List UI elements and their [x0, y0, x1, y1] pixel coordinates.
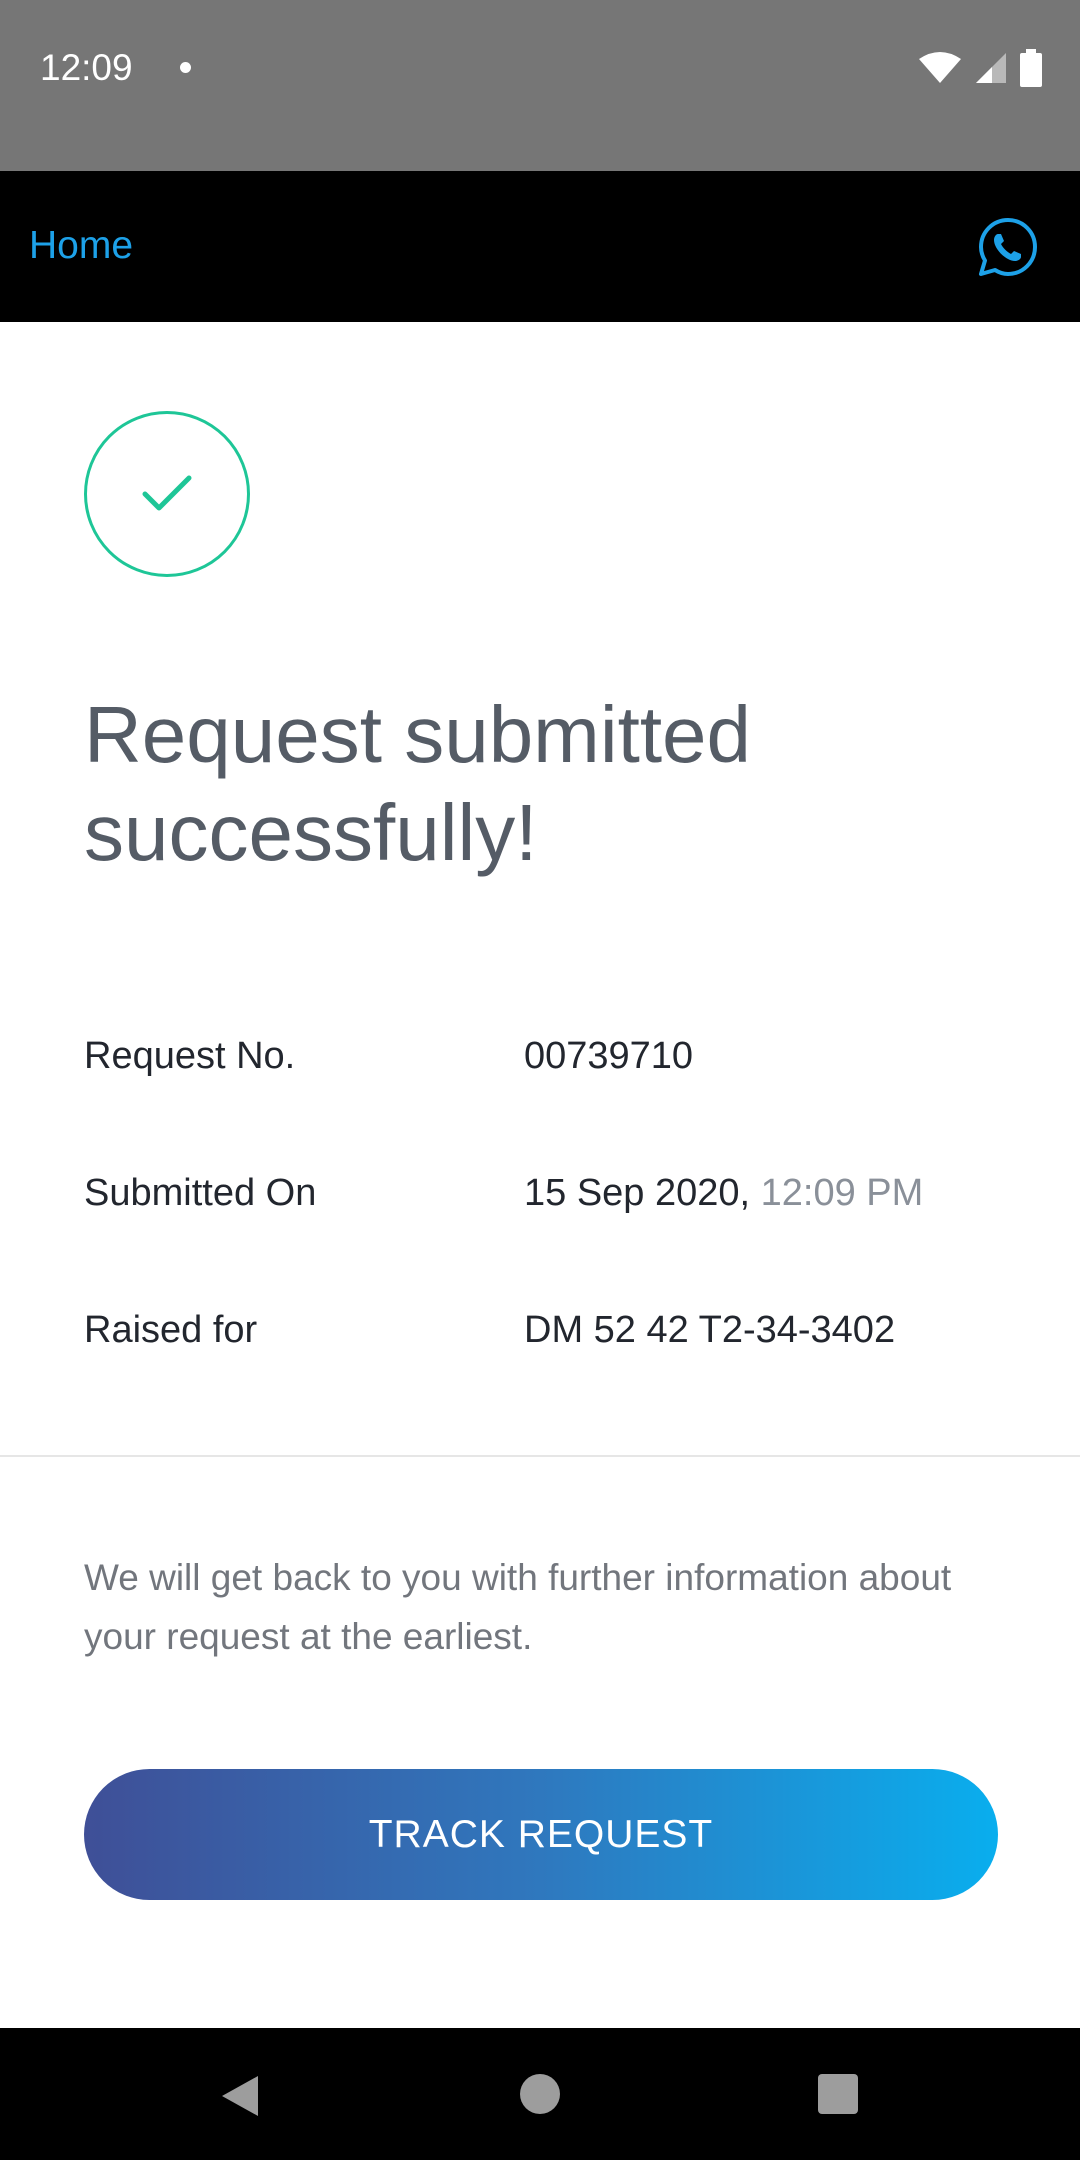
- page-title: Request submitted successfully!: [84, 690, 752, 877]
- request-no-label: Request No.: [84, 1035, 296, 1077]
- back-icon[interactable]: [218, 2072, 262, 2120]
- home-link[interactable]: Home: [29, 221, 133, 271]
- success-check-circle: [84, 411, 250, 577]
- status-bar: 12:09: [0, 0, 1080, 171]
- navigation-bar: [0, 2028, 1080, 2160]
- whatsapp-button[interactable]: [976, 215, 1040, 279]
- request-details: Request No. 00739710 Submitted On 15 Sep…: [84, 1020, 1004, 1431]
- track-request-button[interactable]: TRACK REQUEST: [84, 1769, 998, 1900]
- check-icon: [142, 475, 192, 511]
- home-icon[interactable]: [520, 2074, 560, 2114]
- divider: [0, 1455, 1080, 1457]
- status-icons: [918, 48, 1042, 88]
- detail-row-submitted-on: Submitted On 15 Sep 2020, 12:09 PM: [84, 1157, 1004, 1294]
- recents-icon[interactable]: [818, 2074, 858, 2114]
- submitted-on-label: Submitted On: [84, 1172, 317, 1214]
- detail-row-raised-for: Raised for DM 52 42 T2-34-3402: [84, 1294, 1004, 1431]
- request-no-value: 00739710: [524, 1035, 694, 1077]
- info-text: We will get back to you with further inf…: [84, 1557, 952, 1657]
- raised-for-label: Raised for: [84, 1309, 258, 1351]
- detail-row-request-no: Request No. 00739710: [84, 1020, 1004, 1157]
- whatsapp-icon: [979, 218, 1037, 276]
- wifi-icon: [919, 52, 961, 83]
- screen: 12:09 Home Request submitted successfull…: [0, 0, 1080, 2160]
- signal-icon: [976, 53, 1006, 83]
- submitted-date: 15 Sep 2020,: [524, 1172, 761, 1214]
- submitted-on-value: 15 Sep 2020, 12:09 PM: [524, 1157, 923, 1229]
- battery-icon: [1020, 49, 1042, 87]
- submitted-time: 12:09 PM: [760, 1172, 924, 1214]
- raised-for-value: DM 52 42 T2-34-3402: [524, 1309, 896, 1351]
- status-time: 12:09: [40, 47, 133, 88]
- notification-dot-icon: [180, 62, 191, 73]
- app-bar: Home: [0, 171, 1080, 322]
